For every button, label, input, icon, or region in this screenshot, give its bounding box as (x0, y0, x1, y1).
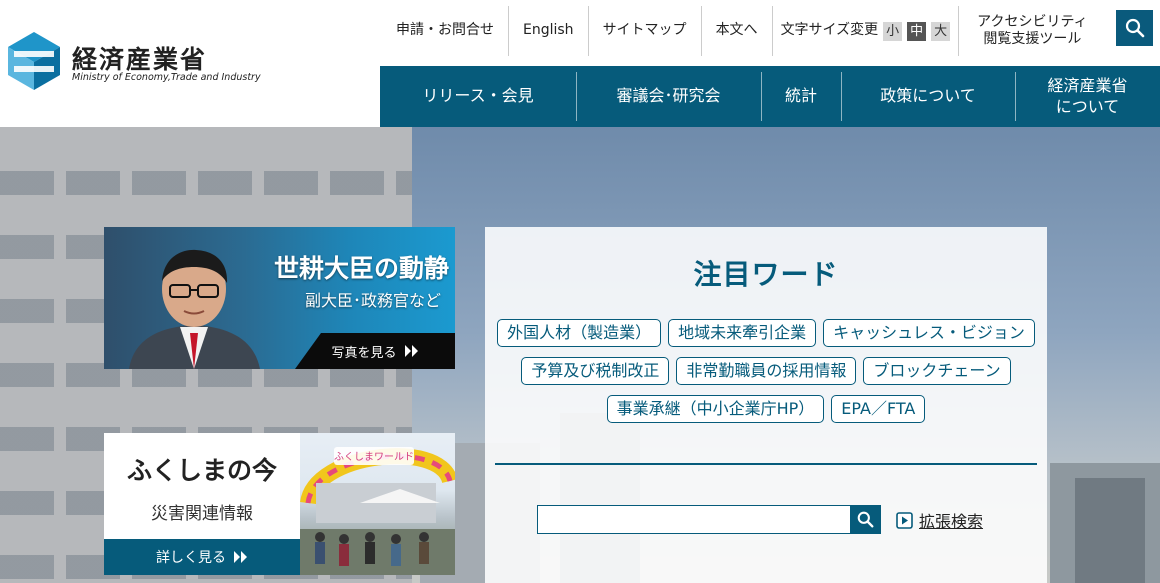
skip-to-content-link[interactable]: 本文へ (702, 6, 773, 56)
advanced-search-link[interactable]: 拡張検索 (896, 508, 983, 532)
site-search-form (537, 505, 881, 534)
view-photos-label: 写真を見る (331, 345, 397, 361)
play-arrow-icon (896, 511, 913, 529)
keyword-link[interactable]: 非常勤職員の採用情報 (676, 357, 857, 385)
english-link[interactable]: English (509, 6, 589, 56)
fukushima-event-photo: ふくしまワールド (300, 433, 455, 575)
logo-name-en: Ministry of Economy,Trade and Industry (72, 72, 261, 83)
event-sign-text: ふくしまワールド (334, 451, 414, 463)
keyword-link[interactable]: EPA／FTA (831, 395, 926, 423)
advanced-search-label: 拡張検索 (919, 512, 984, 531)
nav-councils[interactable]: 審議会･研究会 (576, 66, 761, 127)
sitemap-link[interactable]: サイトマップ (589, 6, 702, 56)
minister-banner-title: 世耕大臣の動静 (273, 254, 449, 283)
keyword-link[interactable]: 事業承継（中小企業庁HP） (606, 395, 825, 423)
keyword-link[interactable]: ブロックチェーン (863, 357, 1011, 385)
view-photos-button[interactable]: 写真を見る (295, 333, 455, 369)
site-header: 経済産業省 Ministry of Economy,Trade and Indu… (0, 0, 1160, 127)
font-size-label: 文字サイズ変更 (780, 22, 879, 39)
event-arch-image: ふくしまワールド (300, 447, 455, 575)
logo-name: 経済産業省 (72, 45, 208, 74)
meti-logo-icon (8, 32, 60, 90)
see-details-label: 詳しく見る (156, 550, 226, 566)
site-logo[interactable]: 経済産業省 Ministry of Economy,Trade and Indu… (6, 30, 261, 92)
font-size-medium-button[interactable]: 中 (907, 21, 927, 41)
fukushima-banner-subtitle: 災害関連情報 (151, 504, 253, 524)
nav-policy[interactable]: 政策について (841, 66, 1015, 127)
keyword-row: 事業承継（中小企業庁HP） EPA／FTA (485, 395, 1047, 423)
search-icon (857, 511, 873, 528)
minister-activities-banner[interactable]: 世耕大臣の動静 副大臣･政務官など 写真を見る (104, 227, 455, 369)
site-search-button[interactable] (1116, 10, 1153, 46)
nav-statistics[interactable]: 統計 (761, 66, 841, 127)
contact-link[interactable]: 申請・お問合せ (380, 6, 509, 56)
see-details-button[interactable]: 詳しく見る (104, 539, 300, 575)
keyword-link[interactable]: 外国人材（製造業） (497, 319, 662, 347)
featured-keywords-panel: 注目ワード 外国人材（製造業） 地域未来牽引企業 キャッシュレス・ビジョン 予算… (485, 227, 1047, 583)
featured-keywords-title: 注目ワード (693, 258, 839, 291)
accessibility-label: アクセシビリティ 閲覧支援ツール (977, 13, 1088, 48)
search-icon (1125, 18, 1144, 38)
fukushima-banner-title: ふくしまの今 (126, 456, 277, 485)
fukushima-banner[interactable]: ふくしまの今 災害関連情報 詳しく見る ふくしまワールド (104, 433, 455, 575)
keyword-link[interactable]: 地域未来牽引企業 (668, 319, 817, 347)
font-size-small-button[interactable]: 小 (883, 21, 903, 41)
keyword-link[interactable]: 予算及び税制改正 (521, 357, 670, 385)
minister-banner-subtitle: 副大臣･政務官など (304, 291, 441, 310)
site-search-submit-button[interactable] (850, 506, 880, 533)
keyword-link[interactable]: キャッシュレス・ビジョン (823, 319, 1035, 347)
double-chevron-right-icon (234, 551, 247, 563)
utility-nav: 申請・お問合せ English サイトマップ 本文へ 文字サイズ変更 小 中 大… (380, 6, 1106, 56)
site-search-input[interactable] (538, 506, 850, 533)
font-size-control: 文字サイズ変更 小 中 大 (773, 6, 960, 56)
keyword-row: 外国人材（製造業） 地域未来牽引企業 キャッシュレス・ビジョン (485, 319, 1047, 347)
double-chevron-right-icon (404, 345, 418, 357)
keyword-row: 予算及び税制改正 非常勤職員の採用情報 ブロックチェーン (485, 357, 1047, 385)
global-nav: リリース・会見 審議会･研究会 統計 政策について 経済産業省 について (380, 66, 1160, 127)
minister-photo (129, 249, 260, 369)
nav-releases[interactable]: リリース・会見 (380, 66, 576, 127)
nav-about-meti[interactable]: 経済産業省 について (1015, 66, 1160, 127)
divider (495, 463, 1037, 465)
accessibility-tool-link[interactable]: アクセシビリティ 閲覧支援ツール (959, 6, 1105, 56)
font-size-large-button[interactable]: 大 (931, 21, 951, 41)
